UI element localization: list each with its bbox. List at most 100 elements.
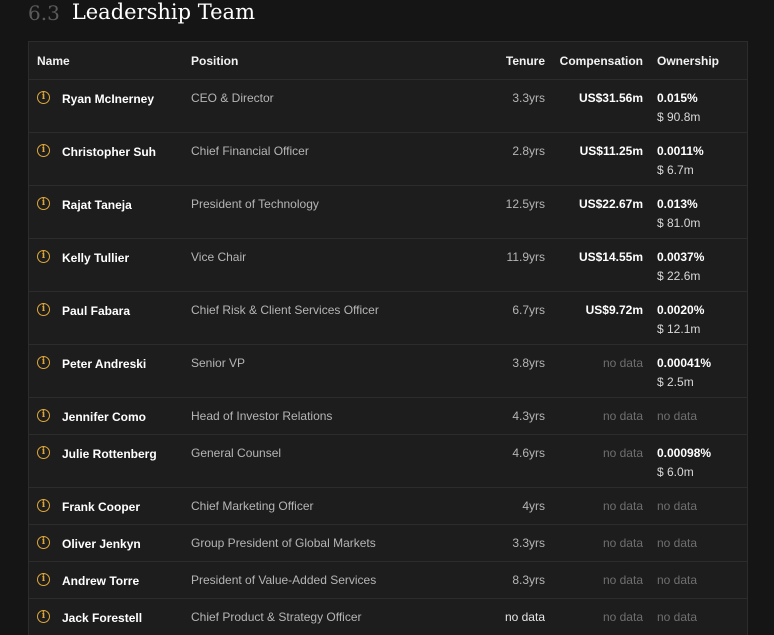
table-row: i Kelly Tullier Vice Chair 11.9yrs US$14.55m…	[29, 239, 747, 292]
ownership-percent: no data	[657, 409, 698, 423]
leader-name-cell: i Julie Rottenberg	[29, 435, 183, 487]
leader-compensation: US$14.55m	[578, 250, 643, 264]
leader-compensation: US$22.67m	[578, 197, 643, 211]
leadership-table: Name Position Tenure Compensation Owners…	[28, 41, 748, 635]
ownership-percent: no data	[657, 499, 698, 513]
ownership-percent: 0.013%	[657, 197, 698, 211]
leader-ownership: no data	[643, 398, 743, 434]
table-row: i Frank Cooper Chief Marketing Officer 4yrs…	[29, 488, 747, 525]
leader-ownership: 0.0037% $ 22.6m	[643, 239, 743, 291]
leader-compensation: US$31.56m	[578, 91, 643, 105]
table-body: i Ryan McInerney CEO & Director 3.3yrs US$31…	[29, 80, 747, 635]
leader-name[interactable]: Frank Cooper	[62, 499, 140, 514]
leader-tenure: 3.3yrs	[512, 536, 545, 550]
column-header-tenure[interactable]: Tenure	[453, 54, 545, 68]
leader-tenure: 4.6yrs	[512, 446, 545, 460]
leader-compensation: US$11.25m	[579, 144, 643, 158]
leader-tenure: 12.5yrs	[505, 197, 545, 211]
leader-position: President of Technology	[191, 197, 319, 211]
leader-name[interactable]: Kelly Tullier	[62, 250, 129, 265]
leader-name-cell: i Andrew Torre	[29, 562, 183, 598]
info-circle-icon[interactable]: i	[37, 409, 50, 422]
leader-name-cell: i Rajat Taneja	[29, 186, 183, 238]
ownership-percent: 0.0037%	[657, 250, 705, 264]
leader-ownership: 0.0020% $ 12.1m	[643, 292, 743, 344]
column-header-position[interactable]: Position	[183, 54, 453, 68]
leader-name-cell: i Jennifer Como	[29, 398, 183, 434]
leader-tenure: 6.7yrs	[512, 303, 545, 317]
table-row: i Ryan McInerney CEO & Director 3.3yrs US$31…	[29, 80, 747, 133]
leader-tenure: 3.8yrs	[512, 356, 545, 370]
leader-position: Chief Marketing Officer	[191, 499, 314, 513]
info-circle-icon[interactable]: i	[37, 446, 50, 459]
info-circle-icon[interactable]: i	[37, 144, 50, 157]
info-circle-icon[interactable]: i	[37, 536, 50, 549]
leader-ownership: 0.013% $ 81.0m	[643, 186, 743, 238]
info-circle-icon[interactable]: i	[37, 250, 50, 263]
leader-name[interactable]: Jennifer Como	[62, 409, 146, 424]
table-row: i Julie Rottenberg General Counsel 4.6yrs no…	[29, 435, 747, 488]
column-header-ownership[interactable]: Ownership	[643, 54, 743, 68]
ownership-value: $ 81.0m	[657, 216, 701, 230]
leader-name-cell: i Jack Forestell	[29, 599, 183, 635]
info-circle-icon[interactable]: i	[37, 91, 50, 104]
leader-ownership: no data	[643, 562, 743, 598]
leader-position: Senior VP	[191, 356, 246, 370]
leader-ownership: no data	[643, 488, 743, 524]
table-row: i Peter Andreski Senior VP 3.8yrs no data 0.0…	[29, 345, 747, 398]
table-row: i Paul Fabara Chief Risk & Client Services…	[29, 292, 747, 345]
leader-position: Vice Chair	[191, 250, 247, 264]
leader-position: Chief Financial Officer	[191, 144, 309, 158]
section-number: 6.3	[28, 1, 60, 25]
leader-name[interactable]: Paul Fabara	[62, 303, 130, 318]
leader-name-cell: i Ryan McInerney	[29, 80, 183, 132]
leader-compensation: no data	[602, 573, 643, 587]
info-circle-icon[interactable]: i	[37, 356, 50, 369]
table-row: i Jennifer Como Head of Investor Relations…	[29, 398, 747, 435]
leader-compensation: US$9.72m	[585, 303, 643, 317]
section-title: Leadership Team	[71, 0, 255, 24]
leader-name[interactable]: Julie Rottenberg	[62, 446, 157, 461]
ownership-value: $ 22.6m	[657, 269, 701, 283]
column-header-compensation[interactable]: Compensation	[545, 54, 643, 68]
leader-compensation: no data	[602, 536, 643, 550]
leader-name[interactable]: Ryan McInerney	[62, 91, 154, 106]
leader-position: CEO & Director	[191, 91, 274, 105]
leader-ownership: 0.015% $ 90.8m	[643, 80, 743, 132]
leader-ownership: no data	[643, 525, 743, 561]
ownership-value: $ 6.0m	[657, 465, 694, 479]
leader-compensation: no data	[602, 499, 643, 513]
info-circle-icon[interactable]: i	[37, 610, 50, 623]
leader-tenure: 3.3yrs	[512, 91, 545, 105]
leader-compensation: no data	[602, 610, 643, 624]
leader-tenure: 4yrs	[522, 499, 545, 513]
ownership-percent: 0.00098%	[657, 446, 712, 460]
leader-name[interactable]: Peter Andreski	[62, 356, 146, 371]
ownership-value: $ 2.5m	[657, 375, 694, 389]
info-circle-icon[interactable]: i	[37, 197, 50, 210]
leader-name[interactable]: Jack Forestell	[62, 610, 142, 625]
leader-ownership: 0.00041% $ 2.5m	[643, 345, 743, 397]
ownership-percent: 0.0020%	[657, 303, 705, 317]
section-header: 6.3 Leadership Team	[28, 0, 255, 30]
leader-name-cell: i Paul Fabara	[29, 292, 183, 344]
leader-ownership: 0.00098% $ 6.0m	[643, 435, 743, 487]
ownership-percent: 0.00041%	[657, 356, 712, 370]
leader-name[interactable]: Oliver Jenkyn	[62, 536, 141, 551]
info-circle-icon[interactable]: i	[37, 499, 50, 512]
info-circle-icon[interactable]: i	[37, 303, 50, 316]
leader-name[interactable]: Rajat Taneja	[62, 197, 132, 212]
table-row: i Jack Forestell Chief Product & Strategy …	[29, 599, 747, 635]
info-circle-icon[interactable]: i	[37, 573, 50, 586]
leader-name[interactable]: Christopher Suh	[62, 144, 156, 159]
leader-name-cell: i Oliver Jenkyn	[29, 525, 183, 561]
ownership-percent: no data	[657, 573, 698, 587]
leader-tenure: 4.3yrs	[512, 409, 545, 423]
ownership-percent: 0.015%	[657, 91, 698, 105]
leader-name[interactable]: Andrew Torre	[62, 573, 139, 588]
ownership-percent: no data	[657, 536, 698, 550]
column-header-name[interactable]: Name	[29, 54, 183, 68]
leader-position: Group President of Global Markets	[191, 536, 376, 550]
leader-compensation: no data	[602, 446, 643, 460]
leader-position: Head of Investor Relations	[191, 409, 333, 423]
